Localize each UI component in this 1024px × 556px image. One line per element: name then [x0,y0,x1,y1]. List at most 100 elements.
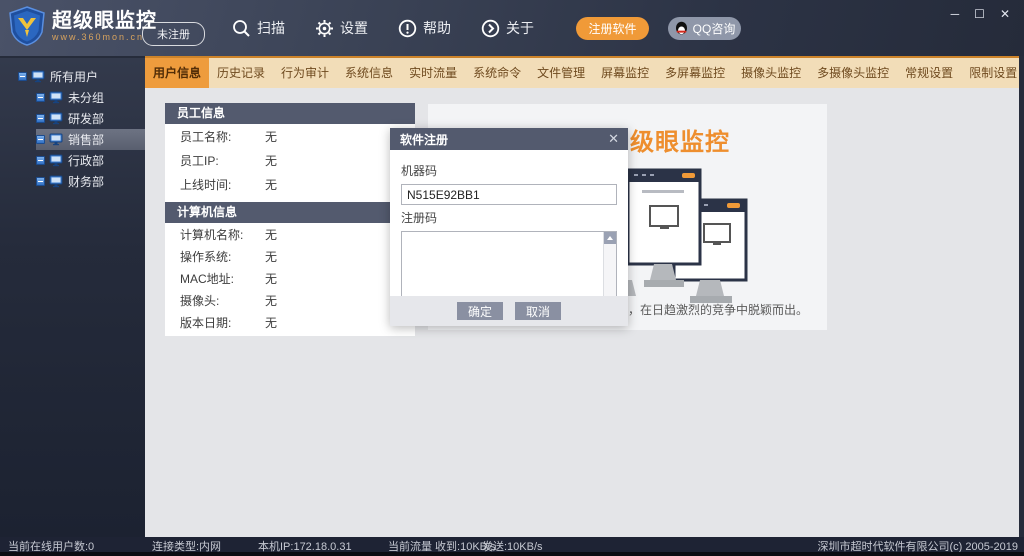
camera-row: 摄像头: 无 [165,289,415,311]
sidebar-item-finance-dept[interactable]: 财务部 [36,171,145,192]
computer-icon [49,175,64,188]
exclamation-circle-icon [398,19,417,38]
qq-penguin-icon [674,21,689,36]
user-tree-sidebar: 所有用户 未分组 研发部 销售部 行政部 财务部 [0,58,145,537]
promo-title: 级眼监控 [630,129,730,156]
minimize-button[interactable]: ─ [951,8,960,20]
row-label: 版本日期: [180,315,232,330]
row-value: 无 [265,177,278,192]
sidebar-item-sales-dept[interactable]: 销售部 [36,129,145,150]
computer-icon [31,70,46,83]
tree-label: 所有用户 [50,70,99,84]
computer-icon [49,133,64,146]
software-register-dialog: 软件注册 ✕ 机器码 注册码 确定 取消 [390,128,628,326]
close-icon[interactable]: ✕ [599,131,628,147]
app-window: 超级眼监控 www.360mon.cn 未注册 扫描 设置 帮助 关于 注册软件… [0,0,1024,556]
help-button[interactable]: 帮助 [398,18,451,38]
cancel-button[interactable]: 取消 [515,302,561,320]
computer-icon [49,154,64,167]
tabbar: 用户信息 历史记录 行为审计 系统信息 实时流量 系统命令 文件管理 屏幕监控 … [145,56,1019,88]
tab-restriction-settings[interactable]: 限制设置 [961,58,1024,88]
tab-file-manager[interactable]: 文件管理 [529,58,593,88]
titlebar: 超级眼监控 www.360mon.cn 未注册 扫描 设置 帮助 关于 注册软件… [0,0,1024,56]
computer-info-header: 计算机信息 [165,202,415,223]
machine-code-input[interactable] [401,184,617,205]
scroll-up-button[interactable] [604,232,616,244]
qq-consult-label: QQ咨询 [692,22,736,36]
tab-multi-camera-monitor[interactable]: 多摄像头监控 [809,58,897,88]
tree-label: 财务部 [68,175,105,189]
dialog-footer: 确定 取消 [390,296,628,326]
collapse-icon[interactable] [36,177,45,186]
tab-user-info[interactable]: 用户信息 [145,58,210,88]
row-label: 计算机名称: [180,227,244,242]
sidebar-item-ungrouped[interactable]: 未分组 [36,87,145,108]
app-title: 超级眼监控 [52,10,157,32]
row-value: 无 [265,129,278,144]
tree-label: 行政部 [68,154,105,168]
row-value: 无 [265,249,278,264]
info-panel: 员工信息 员工名称: 无 员工IP: 无 上线时间: 无 计算机信息 计算机名称… [165,103,415,336]
scan-label: 扫描 [257,20,285,36]
ok-button[interactable]: 确定 [457,302,503,320]
close-button[interactable]: ✕ [1000,8,1010,20]
os-row: 操作系统: 无 [165,245,415,267]
tab-realtime-traffic[interactable]: 实时流量 [401,58,465,88]
online-time-row: 上线时间: 无 [165,172,415,196]
sidebar-item-all-users[interactable]: 所有用户 [18,66,145,87]
gear-icon [315,19,334,38]
register-software-button[interactable]: 注册软件 [576,17,649,40]
promo-monitors-illustration [626,162,754,310]
tab-behavior-audit[interactable]: 行为审计 [273,58,337,88]
tab-general-settings[interactable]: 常规设置 [897,58,961,88]
window-controls: ─ ☐ ✕ [951,8,1010,20]
collapse-icon[interactable] [36,93,45,102]
collapse-icon[interactable] [36,135,45,144]
row-label: 操作系统: [180,249,232,264]
row-value: 无 [265,227,278,242]
version-date-row: 版本日期: 无 [165,311,415,333]
computer-icon [49,91,64,104]
tab-multi-screen-monitor[interactable]: 多屏幕监控 [657,58,733,88]
statusbar: 当前在线用户数:0 连接类型:内网 本机IP:172.18.0.31 当前流量 … [0,537,1024,553]
tab-history[interactable]: 历史记录 [209,58,273,88]
register-code-label: 注册码 [401,211,438,225]
settings-button[interactable]: 设置 [315,18,368,38]
maximize-button[interactable]: ☐ [974,8,985,20]
top-nav: 扫描 设置 帮助 关于 [232,0,534,56]
tree-label: 销售部 [68,133,105,147]
content-area: 级眼监控 ，在日趋激烈的竞争中脱颖而出。 员工信息 员工名称: 无 员工IP: … [145,88,1019,537]
collapse-icon[interactable] [18,72,27,81]
tree-label: 未分组 [68,91,105,105]
tab-system-command[interactable]: 系统命令 [465,58,529,88]
sidebar-item-rd-dept[interactable]: 研发部 [36,108,145,129]
row-value: 无 [265,153,278,168]
settings-label: 设置 [340,20,368,36]
dialog-title: 软件注册 [400,132,449,147]
tab-camera-monitor[interactable]: 摄像头监控 [733,58,809,88]
qq-consult-button[interactable]: QQ咨询 [668,17,741,40]
collapse-icon[interactable] [36,156,45,165]
dialog-body: 机器码 注册码 [390,150,628,311]
tree-label: 研发部 [68,112,105,126]
about-button[interactable]: 关于 [481,18,534,38]
promo-tagline: ，在日趋激烈的竞争中脱颖而出。 [628,303,809,317]
row-label: 上线时间: [180,177,232,192]
scan-button[interactable]: 扫描 [232,18,285,38]
employee-ip-row: 员工IP: 无 [165,148,415,172]
tab-screen-monitor[interactable]: 屏幕监控 [593,58,657,88]
dialog-titlebar: 软件注册 ✕ [390,128,628,150]
collapse-icon[interactable] [36,114,45,123]
computer-name-row: 计算机名称: 无 [165,223,415,245]
help-label: 帮助 [423,20,451,36]
row-label: 员工IP: [180,153,219,168]
tab-system-info[interactable]: 系统信息 [337,58,401,88]
row-label: 员工名称: [180,129,232,144]
employee-name-row: 员工名称: 无 [165,124,415,148]
computer-icon [49,112,64,125]
employee-info-header: 员工信息 [165,103,415,124]
window-bottom-edge [0,552,1024,556]
about-label: 关于 [506,20,534,36]
sidebar-item-admin-dept[interactable]: 行政部 [36,150,145,171]
row-value: 无 [265,271,278,286]
